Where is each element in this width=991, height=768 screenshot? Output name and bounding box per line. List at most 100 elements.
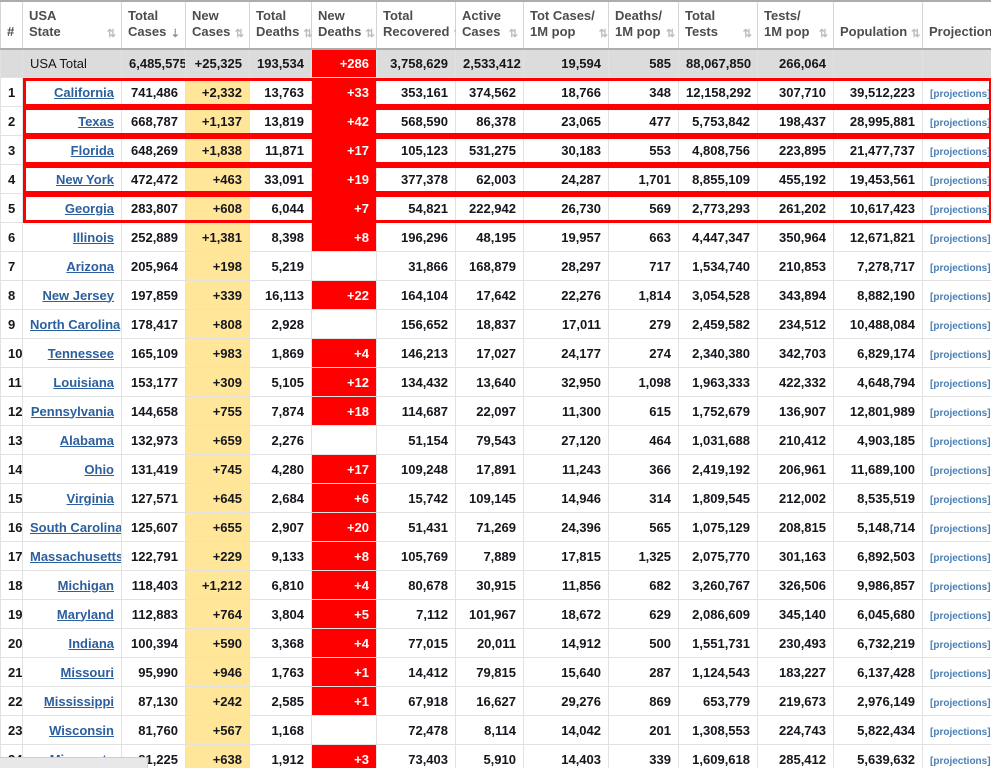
- projections-link[interactable]: [projections]: [930, 350, 991, 361]
- state-link[interactable]: Ohio: [84, 462, 114, 477]
- sort-toggle-icon[interactable]: ⇅: [107, 28, 116, 41]
- state-link[interactable]: Indiana: [68, 636, 114, 651]
- state-link[interactable]: Arizona: [66, 259, 114, 274]
- total_cases-cell: 132,973: [121, 425, 186, 455]
- projections-link[interactable]: [projections]: [930, 611, 991, 622]
- state-link[interactable]: Tennessee: [48, 346, 114, 361]
- column-header-state[interactable]: USA State ⇅: [22, 0, 122, 50]
- state-link[interactable]: North Carolina: [30, 317, 120, 332]
- new-cases-cell: +655: [185, 512, 250, 542]
- total_recov-cell: 51,154: [376, 425, 456, 455]
- column-header-label-state: USA State: [29, 8, 61, 40]
- projections-link[interactable]: [projections]: [930, 640, 991, 651]
- column-header-total_deaths[interactable]: Total Deaths ⇅: [249, 0, 313, 50]
- column-header-tests_1m[interactable]: Tests/1M pop ⇅: [757, 0, 834, 50]
- active-cell: 7,889: [455, 541, 524, 571]
- cases_1m-cell: 24,396: [523, 512, 609, 542]
- projections-link[interactable]: [projections]: [930, 582, 991, 593]
- projections-link[interactable]: [projections]: [930, 321, 991, 332]
- state-link[interactable]: Michigan: [58, 578, 114, 593]
- state-link[interactable]: Louisiana: [53, 375, 114, 390]
- column-header-total_cases[interactable]: Total Cases ⇣: [121, 0, 186, 50]
- sort-toggle-icon[interactable]: ⇅: [666, 28, 675, 41]
- projections-link[interactable]: [projections]: [930, 89, 991, 100]
- total_tests-cell: 1,124,543: [678, 657, 758, 687]
- state-cell: Michigan: [22, 570, 122, 600]
- state-link[interactable]: Massachusetts: [30, 549, 121, 564]
- state-link[interactable]: Virginia: [67, 491, 114, 506]
- column-header-new_deaths[interactable]: New Deaths ⇅: [311, 0, 377, 50]
- projections-link[interactable]: [projections]: [930, 205, 991, 216]
- sort-toggle-icon[interactable]: ⇅: [235, 28, 244, 41]
- sort-toggle-icon[interactable]: ⇅: [743, 28, 752, 41]
- projections-link[interactable]: [projections]: [930, 118, 991, 129]
- state-link[interactable]: Texas: [78, 114, 114, 129]
- projections-link[interactable]: [projections]: [930, 553, 991, 564]
- new-cases-cell: +1,137: [185, 106, 250, 136]
- projections-link[interactable]: [projections]: [930, 524, 991, 535]
- table-row: 14 Ohio 131,419 +745 4,280 +17 109,248 17,891 11…: [0, 454, 991, 484]
- state-link[interactable]: Alabama: [60, 433, 114, 448]
- column-header-new_cases[interactable]: New Cases ⇅: [185, 0, 250, 50]
- total_deaths-cell: 2,907: [249, 512, 312, 542]
- projections-link[interactable]: [projections]: [930, 756, 991, 767]
- table-row: 6 Illinois 252,889 +1,381 8,398 +8 196,296 48,1…: [0, 222, 991, 252]
- state-link[interactable]: Florida: [71, 143, 114, 158]
- projections-link[interactable]: [projections]: [930, 466, 991, 477]
- projections-link[interactable]: [projections]: [930, 698, 991, 709]
- state-link[interactable]: New York: [56, 172, 114, 187]
- state-link[interactable]: Mississippi: [44, 694, 114, 709]
- table-row: 18 Michigan 118,403 +1,212 6,810 +4 80,678 30,9…: [0, 570, 991, 600]
- new-deaths-cell: +8: [311, 541, 377, 571]
- tests_1m-cell: 136,907: [757, 396, 834, 426]
- projections-link[interactable]: [projections]: [930, 727, 991, 738]
- state-link[interactable]: Maryland: [57, 607, 114, 622]
- state-link[interactable]: Georgia: [65, 201, 114, 216]
- total_deaths-cell: 1,763: [249, 657, 312, 687]
- column-header-population[interactable]: Population ⇅: [833, 0, 923, 50]
- projections-link[interactable]: [projections]: [930, 263, 991, 274]
- projections-link[interactable]: [projections]: [930, 292, 991, 303]
- total_deaths-cell: 9,133: [249, 541, 312, 571]
- state-cell: Alabama: [22, 425, 122, 455]
- row-rank: 8: [0, 280, 23, 310]
- total_cases-cell: 165,109: [121, 338, 186, 368]
- state-link[interactable]: South Carolina: [30, 520, 121, 535]
- tests_1m-cell: 224,743: [757, 715, 834, 745]
- state-link[interactable]: New Jersey: [42, 288, 114, 303]
- projections-link[interactable]: [projections]: [930, 234, 991, 245]
- column-header-projections[interactable]: Projections⇅: [922, 0, 991, 50]
- column-header-total_recov[interactable]: TotalRecovered⇅: [376, 0, 463, 50]
- row-rank: 13: [0, 425, 23, 455]
- table-row: 2 Texas 668,787 +1,137 13,819 +42 568,590 86,37…: [0, 106, 991, 136]
- total_deaths-cell: 13,763: [249, 77, 312, 107]
- column-header-cases_1m[interactable]: Tot Cases/1M pop ⇅: [523, 0, 609, 50]
- sort-toggle-icon[interactable]: ⇅: [365, 28, 374, 41]
- projections-link[interactable]: [projections]: [930, 408, 991, 419]
- projections-link[interactable]: [projections]: [930, 437, 991, 448]
- sort-toggle-icon[interactable]: ⇅: [509, 28, 518, 41]
- column-header-deaths_1m[interactable]: Deaths/1M pop ⇅: [608, 0, 679, 50]
- sort-toggle-icon[interactable]: ⇅: [303, 28, 312, 41]
- total_recov-cell: 15,742: [376, 483, 456, 513]
- projections-link[interactable]: [projections]: [930, 379, 991, 390]
- sort-toggle-icon[interactable]: ⇅: [599, 28, 608, 41]
- projections-link[interactable]: [projections]: [930, 669, 991, 680]
- projections-link[interactable]: [projections]: [930, 176, 991, 187]
- state-link[interactable]: Illinois: [73, 230, 114, 245]
- sort-toggle-icon[interactable]: ⇅: [819, 28, 828, 41]
- sort-toggle-icon[interactable]: ⇅: [911, 28, 920, 41]
- column-header-total_tests[interactable]: Total Tests ⇅: [678, 0, 758, 50]
- new-cases-cell: +567: [185, 715, 250, 745]
- state-link[interactable]: Wisconsin: [49, 723, 114, 738]
- sort-desc-icon[interactable]: ⇣: [171, 28, 180, 41]
- projections-link[interactable]: [projections]: [930, 495, 991, 506]
- state-link[interactable]: Pennsylvania: [31, 404, 114, 419]
- state-link[interactable]: California: [54, 85, 114, 100]
- projections-link[interactable]: [projections]: [930, 147, 991, 158]
- projections-cell: [projections]: [922, 367, 991, 397]
- state-link[interactable]: Missouri: [61, 665, 114, 680]
- column-header-rank[interactable]: #: [0, 0, 23, 50]
- population-cell: 12,671,821: [833, 222, 923, 252]
- column-header-active[interactable]: Active Cases ⇅: [455, 0, 524, 50]
